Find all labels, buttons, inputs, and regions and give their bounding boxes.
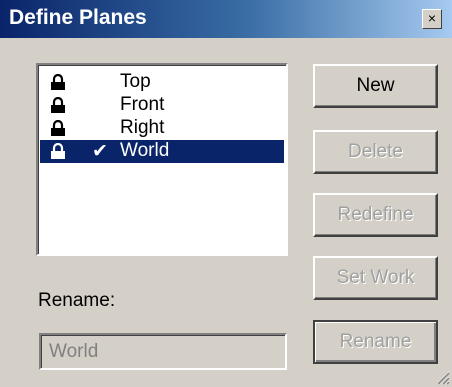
define-planes-dialog: Define Planes × Top Front Right ✔ World … [0,0,452,387]
check-icon: ✔ [92,141,108,162]
lock-icon [51,120,65,136]
rename-label: Rename: [38,290,116,311]
list-item-world[interactable]: ✔ World [40,140,284,163]
list-item-label: World [120,140,170,161]
redefine-button[interactable]: Redefine [313,193,438,237]
lock-icon [51,74,65,90]
resize-grip-icon[interactable] [434,369,450,385]
delete-button[interactable]: Delete [313,130,438,174]
set-work-button[interactable]: Set Work [313,256,438,300]
list-item-label: Top [120,71,151,92]
rename-button[interactable]: Rename [313,320,438,364]
list-item-front[interactable]: Front [40,94,284,117]
window-title: Define Planes [9,6,147,29]
lock-icon [51,97,65,113]
list-item-top[interactable]: Top [40,71,284,94]
planes-list[interactable]: Top Front Right ✔ World [36,63,288,256]
close-icon: × [427,10,437,26]
close-button[interactable]: × [422,9,442,29]
rename-field[interactable] [39,333,287,370]
list-item-label: Front [120,94,165,115]
new-button[interactable]: New [313,64,438,108]
lock-icon [51,143,65,159]
title-bar[interactable]: Define Planes × [0,0,452,38]
list-item-right[interactable]: Right [40,117,284,140]
list-item-label: Right [120,117,165,138]
